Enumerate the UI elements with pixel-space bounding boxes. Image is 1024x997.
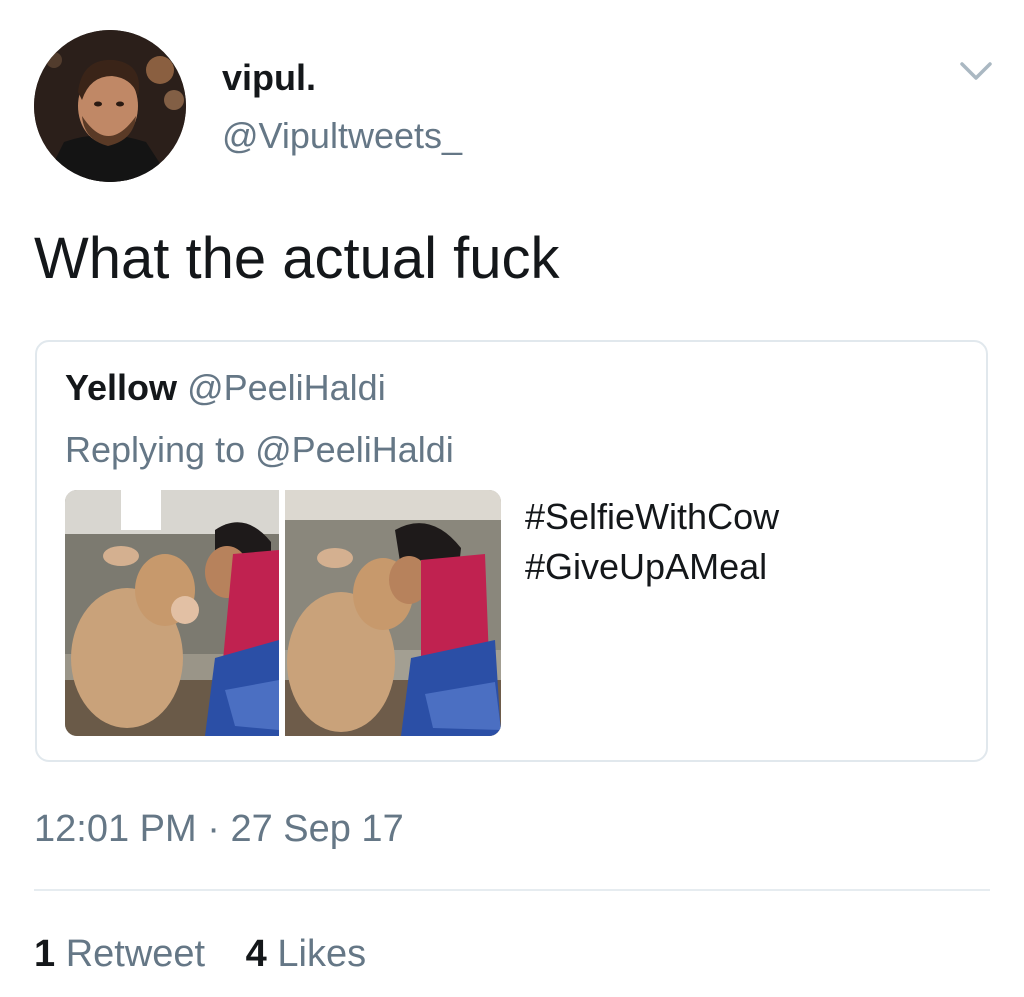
quoted-tweet-header: Yellow @PeeliHaldi — [65, 370, 386, 406]
author-display-name[interactable]: vipul. — [222, 60, 316, 96]
quoted-tweet-handle: @PeeliHaldi — [187, 367, 386, 408]
likes-count: 4 — [245, 933, 267, 975]
hashtag-selfie-with-cow[interactable]: #SelfieWithCow — [525, 492, 779, 542]
quoted-tweet-media[interactable] — [65, 490, 501, 736]
quoted-tweet-display-name: Yellow — [65, 367, 178, 408]
replying-to-label: Replying to — [65, 429, 246, 470]
tweet-text: What the actual fuck — [34, 226, 560, 291]
hashtag-give-up-a-meal[interactable]: #GiveUpAMeal — [525, 542, 779, 592]
chevron-down-icon[interactable] — [956, 54, 996, 88]
retweets-stat[interactable]: 1 Retweet — [34, 935, 205, 973]
likes-stat[interactable]: 4 Likes — [246, 935, 366, 973]
author-handle[interactable]: @Vipultweets_ — [222, 118, 462, 154]
divider — [34, 889, 990, 891]
quoted-tweet-text: #SelfieWithCow #GiveUpAMeal — [525, 492, 779, 592]
tweet-time: 12:01 PM — [34, 808, 197, 850]
retweets-label: Retweet — [65, 933, 206, 975]
timestamp-separator: · — [207, 808, 220, 850]
quoted-tweet-card[interactable]: Yellow @PeeliHaldi Replying to @PeeliHal… — [35, 340, 988, 762]
tweet-timestamp[interactable]: 12:01 PM · 27 Sep 17 — [34, 810, 404, 848]
engagement-stats: 1 Retweet 4 Likes — [34, 935, 396, 973]
retweets-count: 1 — [34, 933, 56, 975]
likes-label: Likes — [277, 933, 367, 975]
tweet-date: 27 Sep 17 — [230, 808, 404, 850]
replying-to-handle[interactable]: @PeeliHaldi — [255, 429, 454, 470]
avatar-image — [34, 30, 186, 182]
replying-to-line: Replying to @PeeliHaldi — [65, 432, 454, 468]
cow-selfie-photo-collage — [65, 490, 501, 736]
author-avatar[interactable] — [34, 30, 186, 182]
